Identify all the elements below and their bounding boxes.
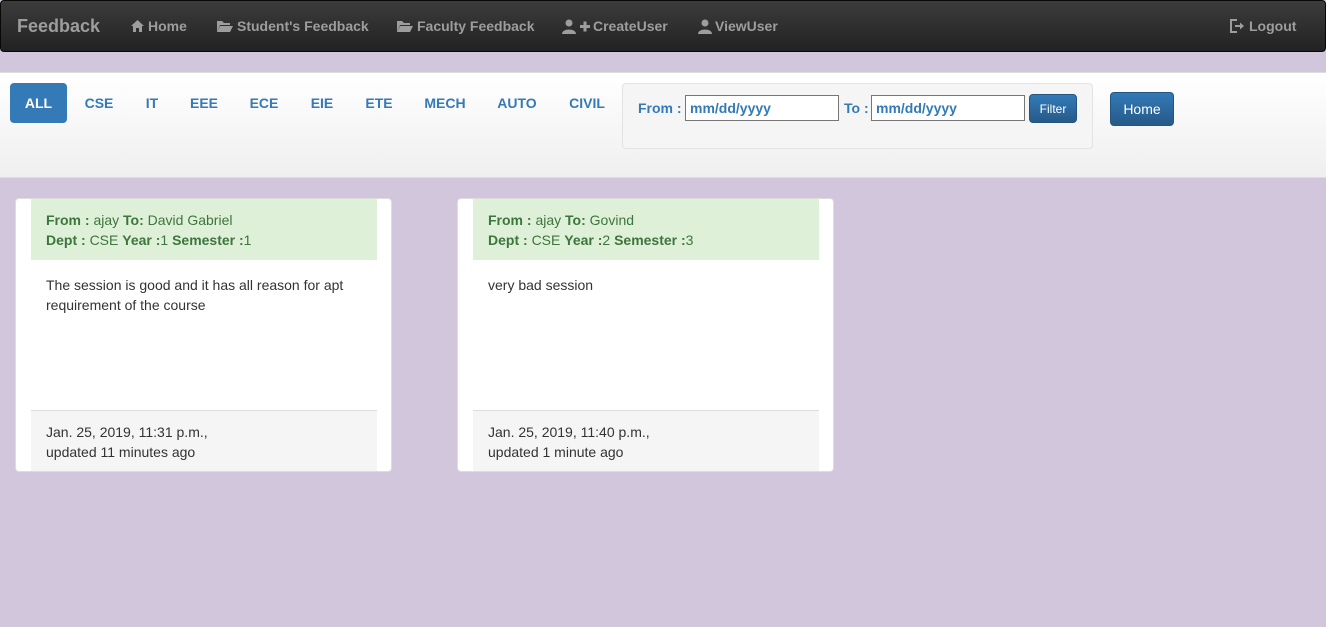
from-label: From : (488, 212, 532, 228)
dept-value: CSE (89, 232, 119, 248)
to-value: David Gabriel (147, 212, 233, 228)
nav-create-user-label: CreateUser (593, 18, 668, 34)
from-date-label: From : (638, 100, 682, 116)
from-date-input[interactable] (685, 95, 839, 121)
from-value: ajay (535, 212, 562, 228)
nav-view-user[interactable]: ViewUser (698, 18, 778, 34)
year-label: Year : (564, 232, 603, 248)
semester-label: Semester : (172, 232, 244, 248)
feedback-card-body: very bad session (488, 277, 594, 293)
nav-view-user-label: ViewUser (715, 18, 778, 34)
feedback-card-header: From : ajay To: David Gabriel Dept : CSE… (31, 199, 377, 260)
feedback-card-body: The session is good and it has all reaso… (46, 277, 344, 313)
folder-open-icon (216, 19, 234, 33)
nav-students-feedback-label: Student's Feedback (237, 18, 369, 34)
dept-tab-all[interactable]: ALL (10, 83, 67, 123)
to-date-label: To : (844, 100, 869, 116)
nav-create-user[interactable]: CreateUser (562, 18, 668, 34)
to-date-input[interactable] (871, 95, 1025, 121)
dept-value: CSE (531, 232, 561, 248)
top-navbar: Feedback Home Student's Feedback Faculty… (0, 0, 1326, 52)
brand-title[interactable]: Feedback (17, 16, 100, 37)
to-value: Govind (589, 212, 635, 228)
year-value: 2 (602, 232, 611, 248)
dept-tab-auto[interactable]: AUTO (489, 83, 545, 123)
dept-tab-eie[interactable]: EIE (302, 83, 342, 123)
dept-tab-it[interactable]: IT (135, 83, 169, 123)
from-label: From : (46, 212, 90, 228)
created-timestamp: Jan. 25, 2019, 11:40 p.m., (488, 424, 650, 440)
semester-label: Semester : (614, 232, 686, 248)
feedback-card: From : ajay To: Govind Dept : CSE Year :… (457, 198, 834, 472)
dept-tab-civil[interactable]: CIVIL (561, 83, 613, 123)
year-value: 1 (160, 232, 169, 248)
home-icon (130, 19, 145, 33)
to-label: To: (123, 212, 144, 228)
from-value: ajay (93, 212, 120, 228)
dept-label: Dept : (488, 232, 528, 248)
feedback-card-footer: Jan. 25, 2019, 11:40 p.m., updated 1 min… (473, 410, 819, 471)
nav-faculty-feedback[interactable]: Faculty Feedback (396, 18, 535, 34)
year-label: Year : (122, 232, 161, 248)
dept-tab-ece[interactable]: ECE (240, 83, 288, 123)
feedback-card-header: From : ajay To: Govind Dept : CSE Year :… (473, 199, 819, 260)
semester-value: 1 (243, 232, 252, 248)
updated-timestamp: updated 11 minutes ago (46, 444, 196, 460)
semester-value: 3 (685, 232, 694, 248)
nav-logout-label: Logout (1249, 18, 1297, 34)
updated-timestamp: updated 1 minute ago (488, 444, 624, 460)
folder-open-icon (396, 19, 414, 33)
dept-tab-cse[interactable]: CSE (77, 83, 121, 123)
date-filter-panel: From : To : Filter (622, 83, 1093, 149)
dept-tab-eee[interactable]: EEE (180, 83, 228, 123)
logout-icon (1230, 19, 1246, 33)
created-timestamp: Jan. 25, 2019, 11:31 p.m., (46, 424, 208, 440)
user-icon (698, 19, 712, 34)
dept-tab-ete[interactable]: ETE (356, 83, 402, 123)
home-button[interactable]: Home (1110, 92, 1174, 126)
dept-label: Dept : (46, 232, 86, 248)
nav-home-label: Home (148, 18, 187, 34)
nav-faculty-feedback-label: Faculty Feedback (417, 18, 535, 34)
nav-logout[interactable]: Logout (1230, 18, 1296, 34)
nav-students-feedback[interactable]: Student's Feedback (216, 18, 369, 34)
feedback-card-footer: Jan. 25, 2019, 11:31 p.m., updated 11 mi… (31, 410, 377, 471)
to-label: To: (565, 212, 586, 228)
feedback-card: From : ajay To: David Gabriel Dept : CSE… (15, 198, 392, 472)
nav-home[interactable]: Home (130, 18, 187, 34)
dept-tab-mech[interactable]: MECH (416, 83, 474, 123)
filter-button[interactable]: Filter (1029, 94, 1077, 123)
user-plus-icon (562, 19, 590, 34)
